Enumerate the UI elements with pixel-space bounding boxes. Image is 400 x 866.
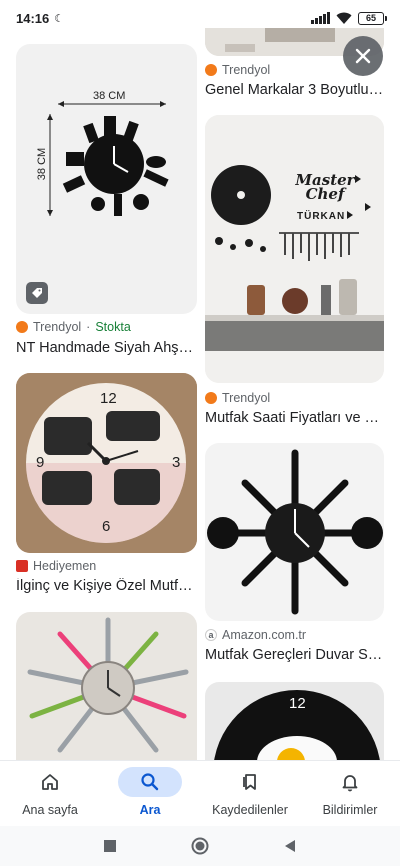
bookmark-icon xyxy=(243,774,256,790)
result-title[interactable]: Mutfak Gereçleri Duvar S… xyxy=(205,647,384,663)
dimension-width-label: 38 CM xyxy=(93,90,126,102)
wifi-icon xyxy=(336,12,352,24)
stock-status: Stokta xyxy=(95,320,131,334)
price-tag-icon xyxy=(26,282,48,304)
cutlery-clock-image xyxy=(27,617,189,753)
dimension-height-label: 38 CM xyxy=(36,147,49,181)
source-name: Hediyemen xyxy=(33,559,97,573)
bell-icon xyxy=(342,775,358,792)
home-icon xyxy=(42,774,58,790)
search-icon xyxy=(141,773,159,791)
source-name: Trendyol xyxy=(222,63,271,77)
system-navigation-bar xyxy=(0,826,400,866)
trendyol-favicon xyxy=(16,321,28,333)
result-title[interactable]: Genel Markalar 3 Boyutlu… xyxy=(205,82,384,98)
clock-number-12: 12 xyxy=(289,695,306,712)
result-image[interactable] xyxy=(16,612,197,760)
source-name: Amazon.com.tr xyxy=(222,628,307,642)
nav-label: Kaydedilenler xyxy=(212,803,288,817)
nav-item-home[interactable]: Ana sayfa xyxy=(0,761,100,826)
result-source: Hediyemen xyxy=(16,559,96,573)
result-source: Trendyol · Stokta xyxy=(16,320,131,334)
nav-item-search[interactable]: Ara xyxy=(100,761,200,826)
wall-sign-title: Master Chef xyxy=(295,171,355,203)
black-utensils-clock-image xyxy=(207,449,383,615)
svg-text:12: 12 xyxy=(100,390,117,407)
nav-item-saved[interactable]: Kaydedilenler xyxy=(200,761,300,826)
personalized-clock-image: 12 9 3 6 xyxy=(16,373,197,553)
result-image[interactable]: Master Chef TÜRKAN xyxy=(205,115,384,383)
source-name: Trendyol xyxy=(33,320,82,334)
battery-icon: 65 xyxy=(358,11,387,25)
result-title[interactable]: Mutfak Saati Fiyatları ve … xyxy=(205,410,384,426)
hediyemen-favicon xyxy=(16,560,28,572)
do-not-disturb-icon: ☾ xyxy=(54,12,65,25)
master-chef-wall-image xyxy=(205,115,384,383)
bottom-navigation: Ana sayfa Ara Kaydedilenler Bildirimler xyxy=(0,760,400,826)
egg-clock-image-partial xyxy=(214,690,380,760)
signal-icon xyxy=(311,12,330,24)
nav-item-notifications[interactable]: Bildirimler xyxy=(300,761,400,826)
trendyol-favicon xyxy=(205,392,217,404)
back-icon[interactable] xyxy=(283,839,297,853)
wall-sign-name: TÜRKAN xyxy=(297,211,346,222)
svg-text:6: 6 xyxy=(102,518,110,535)
trendyol-favicon xyxy=(205,64,217,76)
result-title[interactable]: NT Handmade Siyah Ahş… xyxy=(16,340,197,356)
battery-level: 65 xyxy=(365,13,376,23)
result-image[interactable]: 12 9 3 6 xyxy=(16,373,197,553)
home-circle-icon[interactable] xyxy=(191,837,209,855)
svg-text:9: 9 xyxy=(36,454,44,471)
result-title[interactable]: İlginç ve Kişiye Özel Mutf… xyxy=(16,578,197,594)
nav-label: Bildirimler xyxy=(322,803,378,817)
source-name: Trendyol xyxy=(222,391,271,405)
result-image[interactable] xyxy=(205,443,384,621)
result-image[interactable]: 12 xyxy=(205,682,384,760)
nav-label: Ana sayfa xyxy=(22,803,78,817)
close-button[interactable] xyxy=(343,36,383,76)
nav-label: Ara xyxy=(139,803,161,817)
close-icon xyxy=(355,48,371,64)
result-source: a Amazon.com.tr xyxy=(205,628,306,642)
amazon-favicon: a xyxy=(205,629,217,641)
result-source: Trendyol xyxy=(205,63,270,77)
result-source: Trendyol xyxy=(205,391,270,405)
result-image[interactable]: 38 CM 38 CM xyxy=(16,44,197,314)
svg-text:3: 3 xyxy=(172,454,180,471)
recent-apps-icon[interactable] xyxy=(103,839,117,853)
status-time: 14:16 xyxy=(16,10,50,26)
